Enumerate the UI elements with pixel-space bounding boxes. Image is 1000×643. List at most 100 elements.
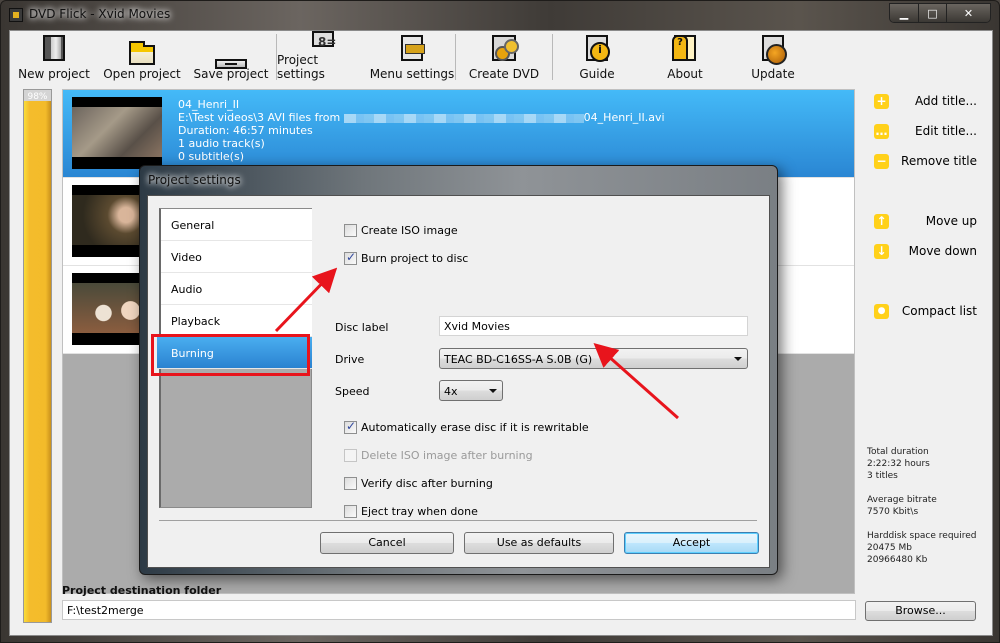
dialog-body: General Video Audio Playback Burning Cre…: [147, 195, 770, 568]
move-down-button[interactable]: ↓ Move down: [865, 241, 977, 261]
arrow-up-icon: ↑: [874, 213, 889, 229]
title-path: E:\Test videos\3 AVI files from 04_Henri…: [178, 111, 665, 124]
disk-space-label: Harddisk space required: [867, 531, 977, 541]
update-button[interactable]: Update: [729, 31, 817, 83]
minus-icon: −: [874, 153, 889, 169]
arrow-down-icon: ↓: [874, 243, 889, 259]
title-subtitles: 0 subtitle(s): [178, 150, 244, 163]
chevron-down-icon: [489, 389, 497, 393]
menu-settings-button[interactable]: Menu settings: [369, 31, 455, 83]
checkbox[interactable]: [344, 476, 357, 490]
destination-label: Project destination folder: [62, 584, 222, 597]
annotation-highlight-box: [151, 334, 310, 376]
guide-label: Guide: [579, 67, 615, 81]
disk-space-mb: 20475 Mb: [867, 543, 912, 553]
dialog-separator: [159, 520, 757, 521]
move-up-button[interactable]: ↑ Move up: [865, 211, 977, 231]
info-icon: [586, 35, 610, 62]
drive-icon: [215, 59, 247, 69]
settings-icon: [312, 31, 336, 49]
film-icon: [43, 35, 65, 61]
progress-fill: [24, 100, 51, 622]
checkbox[interactable]: [344, 504, 357, 518]
thumbnail: [72, 97, 162, 169]
project-settings-label: Project settings: [277, 53, 325, 81]
project-settings-button[interactable]: Project settings: [277, 31, 369, 83]
verify-disc-checkbox[interactable]: Verify disc after burning: [344, 475, 493, 491]
save-project-label: Save project: [193, 67, 269, 81]
title-bar[interactable]: DVD Flick - Xvid Movies ▁ □ ✕: [1, 1, 999, 29]
toolbar: New project Open project Save project Pr…: [10, 31, 992, 85]
disc-label-label: Disc label: [335, 321, 389, 334]
menu-settings-label: Menu settings: [369, 67, 455, 81]
window-controls: ▁ □ ✕: [889, 3, 991, 23]
save-project-button[interactable]: Save project: [186, 31, 276, 83]
remove-title-button[interactable]: − Remove title: [865, 151, 977, 171]
progress-bar: 98%: [23, 89, 52, 623]
titles-count: 3 titles: [867, 471, 898, 481]
checkbox-checked[interactable]: [344, 419, 357, 434]
nav-item-playback[interactable]: Playback: [161, 305, 312, 337]
maximize-button[interactable]: □: [918, 4, 946, 22]
update-label: Update: [751, 67, 795, 81]
accept-button[interactable]: Accept: [624, 532, 759, 554]
use-as-defaults-button[interactable]: Use as defaults: [464, 532, 614, 554]
edit-title-button[interactable]: … Edit title...: [865, 121, 977, 141]
title-audio: 1 audio track(s): [178, 137, 265, 150]
browse-button[interactable]: Browse...: [865, 601, 976, 621]
create-dvd-label: Create DVD: [468, 67, 540, 81]
compact-icon: ●: [874, 303, 889, 319]
burn-disc-checkbox[interactable]: Burn project to disc: [344, 250, 468, 266]
delete-iso-checkbox: Delete ISO image after burning: [344, 447, 533, 463]
nav-item-video[interactable]: Video: [161, 241, 312, 273]
nav-item-general[interactable]: General: [161, 209, 312, 241]
destination-folder-input[interactable]: [62, 600, 856, 620]
window-title: DVD Flick - Xvid Movies: [29, 7, 171, 21]
menu-icon: [401, 35, 425, 61]
checkbox-checked[interactable]: [344, 250, 357, 265]
folder-icon: [129, 41, 155, 65]
disc-label-input[interactable]: [439, 316, 748, 336]
ellipsis-icon: …: [874, 123, 889, 139]
minimize-button[interactable]: ▁: [890, 4, 918, 22]
open-project-label: Open project: [103, 67, 181, 81]
create-dvd-button[interactable]: Create DVD: [456, 31, 552, 83]
auto-erase-checkbox[interactable]: Automatically erase disc if it is rewrit…: [344, 419, 589, 435]
drive-label: Drive: [335, 353, 365, 366]
speed-label: Speed: [335, 385, 370, 398]
title-details: 04_Henri_II E:\Test videos\3 AVI files f…: [178, 98, 665, 163]
new-project-label: New project: [18, 67, 90, 81]
total-duration-value: 2:22:32 hours: [867, 459, 930, 469]
dialog-title: Project settings: [148, 173, 241, 187]
checkbox[interactable]: [344, 223, 357, 237]
nav-item-audio[interactable]: Audio: [161, 273, 312, 305]
compact-list-button[interactable]: ● Compact list: [865, 301, 977, 321]
add-title-button[interactable]: + Add title...: [865, 91, 977, 111]
title-duration: Duration: 46:57 minutes: [178, 124, 313, 137]
close-button[interactable]: ✕: [946, 4, 990, 22]
eject-tray-checkbox[interactable]: Eject tray when done: [344, 503, 478, 519]
chevron-down-icon: [734, 357, 742, 361]
plus-icon: +: [874, 93, 889, 109]
drive-select[interactable]: TEAC BD-C16SS-A S.0B (G): [439, 348, 748, 369]
avg-bitrate-label: Average bitrate: [867, 495, 937, 505]
title-name: 04_Henri_II: [178, 98, 240, 111]
disk-space-kb: 20966480 Kb: [867, 555, 928, 565]
open-project-button[interactable]: Open project: [98, 31, 186, 83]
cancel-button[interactable]: Cancel: [320, 532, 454, 554]
total-duration-label: Total duration: [867, 447, 929, 457]
new-project-button[interactable]: New project: [10, 31, 98, 83]
about-label: About: [667, 67, 703, 81]
gears-icon: [492, 35, 519, 61]
create-iso-checkbox[interactable]: Create ISO image: [344, 222, 458, 238]
about-button[interactable]: About: [641, 31, 729, 83]
app-icon: [9, 8, 23, 22]
project-stats: Total duration 2:22:32 hours 3 titles Av…: [867, 446, 977, 578]
checkbox-disabled: [344, 448, 357, 462]
about-icon: [672, 35, 696, 61]
progress-label: 98%: [27, 92, 48, 102]
globe-icon: [762, 35, 787, 65]
guide-button[interactable]: Guide: [553, 31, 641, 83]
avg-bitrate-value: 7570 Kbit\s: [867, 507, 919, 517]
speed-select[interactable]: 4x: [439, 380, 503, 401]
